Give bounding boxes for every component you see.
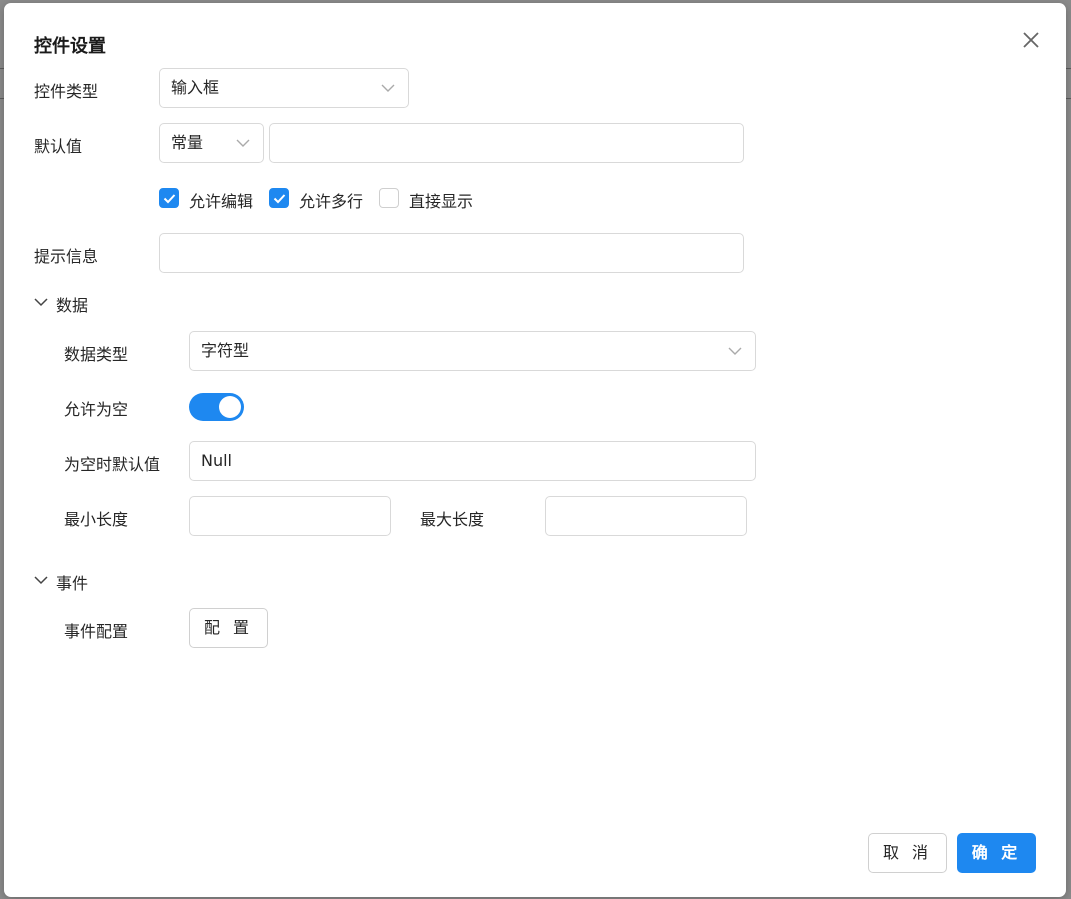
data-type-value: 字符型 (201, 341, 250, 360)
allow-edit-checkbox[interactable] (159, 188, 179, 208)
empty-default-label: 为空时默认值 (64, 455, 161, 474)
cancel-button[interactable]: 取 消 (868, 833, 947, 873)
empty-default-value: Null (201, 451, 232, 470)
event-section-title[interactable]: 事件 (56, 570, 88, 594)
allow-multiline-label: 允许多行 (299, 192, 364, 211)
check-icon (273, 194, 286, 204)
direct-display-label: 直接显示 (409, 192, 474, 211)
check-icon (163, 194, 176, 204)
allow-empty-label: 允许为空 (64, 400, 129, 419)
max-length-input[interactable] (545, 496, 747, 536)
min-length-label: 最小长度 (64, 510, 129, 529)
default-value-mode-select[interactable]: 常量 (159, 123, 264, 163)
control-type-select[interactable]: 输入框 (159, 68, 409, 108)
control-type-value: 输入框 (171, 78, 220, 97)
toggle-knob (219, 396, 241, 418)
control-type-label: 控件类型 (34, 82, 99, 101)
allow-empty-toggle[interactable] (189, 393, 244, 421)
chevron-down-icon (381, 84, 395, 92)
chevron-down-icon[interactable] (34, 297, 48, 307)
min-length-input[interactable] (189, 496, 391, 536)
hint-label: 提示信息 (34, 247, 99, 266)
event-config-label: 事件配置 (64, 622, 129, 641)
default-value-mode: 常量 (171, 133, 204, 152)
ok-button[interactable]: 确 定 (957, 833, 1036, 873)
data-type-select[interactable]: 字符型 (189, 331, 756, 371)
control-settings-dialog: 控件设置 控件类型 输入框 默认值 常量 允许编辑 允许多行 直接显示 提示信息… (4, 3, 1066, 897)
event-config-button[interactable]: 配 置 (189, 608, 268, 648)
direct-display-checkbox[interactable] (379, 188, 399, 208)
default-value-label: 默认值 (34, 137, 83, 156)
max-length-label: 最大长度 (420, 510, 485, 529)
data-type-label: 数据类型 (64, 345, 129, 364)
chevron-down-icon (728, 347, 742, 355)
chevron-down-icon (236, 139, 250, 147)
empty-default-input[interactable]: Null (189, 441, 756, 481)
dialog-title: 控件设置 (34, 36, 106, 57)
default-value-input[interactable] (269, 123, 744, 163)
data-section-title[interactable]: 数据 (56, 292, 88, 316)
hint-input[interactable] (159, 233, 744, 273)
allow-multiline-checkbox[interactable] (269, 188, 289, 208)
close-icon[interactable] (1020, 29, 1042, 51)
allow-edit-label: 允许编辑 (189, 192, 254, 211)
chevron-down-icon[interactable] (34, 575, 48, 585)
